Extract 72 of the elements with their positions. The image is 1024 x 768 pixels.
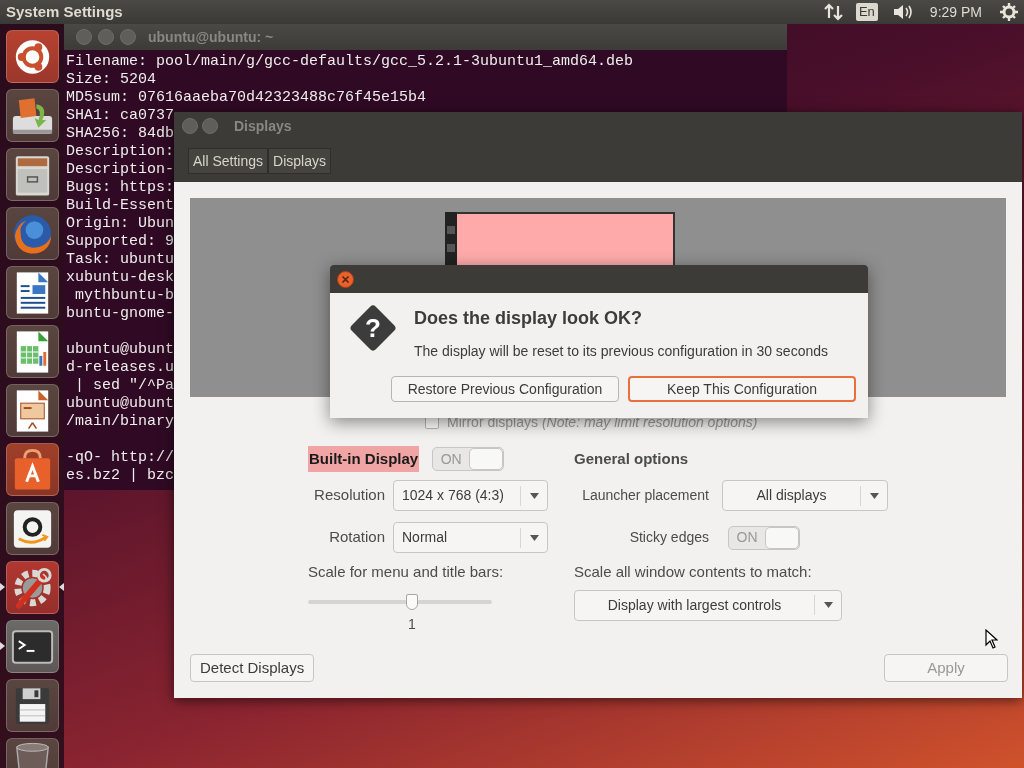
terminal-line: mythbuntu-b [74,287,175,305]
terminal-line: Task: ubuntu [66,251,175,269]
terminal-line: Origin: Ubun [66,215,175,233]
display-name-label: Built-in Display [308,446,420,472]
caret-icon [823,602,833,608]
launcher-item[interactable] [5,148,59,201]
launcher-item[interactable] [5,384,59,437]
dialog-button[interactable]: Keep This Configuration [628,376,856,402]
slider-thumb[interactable] [405,593,418,610]
terminal-line: Supported: 9 [66,233,175,251]
terminal-line: Description- [66,161,175,179]
field-label: Scale all window contents to match: [574,562,813,582]
network-arrows-icon[interactable] [823,3,844,21]
dialog-message: The display will be reset to its previous configuration in 30 seconds [414,342,828,361]
breadcrumb-button[interactable]: Displays [268,148,331,174]
terminal-line: Size: 5204 [66,71,156,89]
clock[interactable]: 9:29 PM [929,1,982,23]
terminal-line: Build-Essent [66,197,175,215]
caret-icon [869,492,879,499]
terminal-line: es.bz2 | bzc [66,467,175,485]
breadcrumb-button[interactable]: All Settings [188,148,269,174]
launcher-item[interactable] [5,620,59,673]
window-title: Displays [234,116,292,136]
dialog-heading: Does the display look OK? [414,307,644,330]
launcher-item[interactable] [5,679,59,732]
dropdown[interactable]: Normal [393,522,548,553]
terminal-line: | sed "/^Pa [74,377,175,395]
window-title: ubuntu@ubuntu: ~ [148,27,274,47]
field-label: Resolution [313,485,385,506]
terminal-line: buntu-gnome- [66,305,175,323]
launcher-item[interactable] [5,266,59,319]
terminal-line: d-releases.u [66,359,175,377]
question-icon: ? [348,303,398,353]
launcher-item[interactable] [5,325,59,378]
dropdown[interactable]: Display with largest controls [574,589,842,621]
settings-icon[interactable] [1000,3,1018,21]
dialog-button[interactable]: Detect Displays [190,654,315,682]
terminal-line: Filename: pool/main/g/gcc-defaults/gcc_5.2.1-3ubuntu1_amd64.deb [66,53,634,71]
close-button[interactable] [337,270,354,288]
volume-icon[interactable] [891,3,914,21]
launcher-item[interactable] [5,207,59,260]
slider[interactable] [308,592,492,611]
slider-value: 1 [407,614,417,634]
terminal-line: SHA1: ca0737 [66,107,175,125]
terminal-line: ubuntu@ubunt [66,341,175,359]
caret-icon [529,534,539,541]
caret-icon [529,492,539,499]
field-label: Rotation [328,527,385,548]
launcher-item[interactable] [5,502,59,555]
field-label: Scale for menu and title bars: [308,562,505,582]
monitor-drawing[interactable] [445,212,675,265]
launcher-item[interactable] [5,89,59,142]
launcher-item[interactable] [5,30,59,83]
section-heading: General options [574,449,690,469]
terminal-line: Bugs: https: [66,179,175,197]
app-title: System Settings [6,1,123,22]
dropdown[interactable]: 1024 x 768 (4:3) [393,480,548,511]
terminal-line: /main/binary [66,413,175,431]
terminal-line: MD5sum: 07616aaeba70d42323488c76f45e15b4 [66,89,427,107]
terminal-line: ubuntu@ubunt [66,395,175,413]
field-label: Launcher placement [581,486,709,505]
dropdown[interactable]: All displays [722,480,888,511]
dialog-button[interactable]: Restore Previous Configuration [391,376,619,402]
field-label: Sticky edges [628,528,709,547]
launcher-item[interactable] [5,443,59,496]
keyboard-layout-indicator[interactable]: En [855,3,878,21]
terminal-line: xubuntu-desk [66,269,175,287]
terminal-line: -qO- http:// [66,449,175,467]
terminal-line: Description: [66,143,175,161]
mouse-pointer-icon [985,629,998,649]
terminal-line: SHA256: 84db [66,125,175,143]
launcher-item[interactable] [5,561,59,614]
